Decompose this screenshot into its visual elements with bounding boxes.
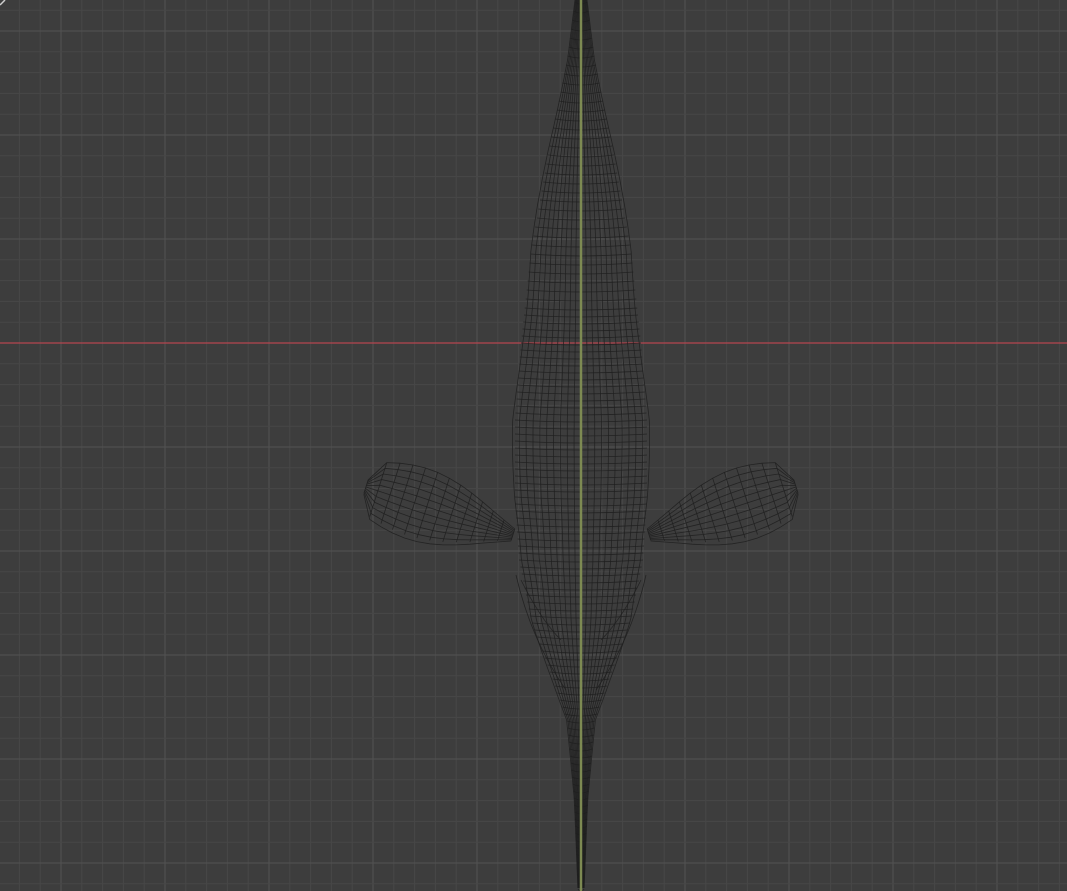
wireframe-mesh[interactable]	[363, 0, 799, 891]
floor-grid	[0, 0, 1067, 891]
left-fin	[363, 462, 516, 546]
mesh-edge-strip	[512, 0, 579, 889]
mesh-edge-strip	[583, 0, 650, 889]
right-fin	[646, 462, 799, 546]
area-split-corner-icon[interactable]	[0, 0, 6, 6]
3d-viewport[interactable]	[0, 0, 1067, 891]
viewport-canvas[interactable]	[0, 0, 1067, 891]
